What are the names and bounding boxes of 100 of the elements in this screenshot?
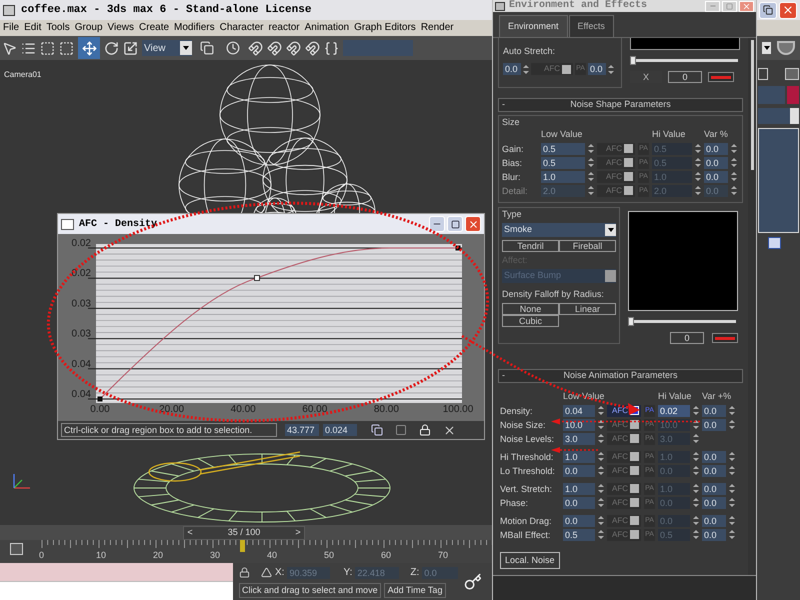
restore-button[interactable] <box>759 2 777 18</box>
region-select-icon[interactable] <box>40 40 55 56</box>
rollout-header[interactable]: - Noise Animation Parameters <box>498 369 743 383</box>
panel-icon[interactable] <box>785 68 799 80</box>
spinner-arrows[interactable] <box>598 451 604 462</box>
spinner-arrows[interactable] <box>729 515 735 526</box>
value-field[interactable]: 0.0 <box>702 404 726 416</box>
value-field[interactable]: 0.04 <box>563 404 595 416</box>
menu-item[interactable]: Edit <box>24 21 42 35</box>
list-box[interactable] <box>758 128 799 233</box>
value-field[interactable]: 43.777 <box>285 424 319 436</box>
spinner-arrows[interactable] <box>731 185 737 196</box>
falloff-button[interactable]: Cubic <box>502 315 559 327</box>
spinner-arrows[interactable] <box>695 185 701 196</box>
menu-item[interactable]: File <box>3 21 20 35</box>
rollout-header[interactable]: - Noise Shape Parameters <box>498 98 743 112</box>
spinner-arrows[interactable] <box>729 497 735 508</box>
move-button[interactable] <box>78 37 100 59</box>
menu-item[interactable]: reactor <box>268 21 300 35</box>
value-field[interactable]: 0.5 <box>541 156 585 168</box>
value-field[interactable]: 0.0 <box>588 63 606 75</box>
time-config-icon[interactable] <box>10 543 23 555</box>
lock-icon[interactable] <box>419 424 431 436</box>
type-button[interactable]: Fireball <box>559 240 616 252</box>
script-output-field[interactable] <box>0 582 233 600</box>
key-icon[interactable] <box>464 572 482 590</box>
spinner-arrows[interactable] <box>731 171 737 182</box>
name-field[interactable] <box>758 86 785 104</box>
spinner-arrows[interactable] <box>598 483 604 494</box>
add-time-tag-button[interactable]: Add Time Tag <box>384 583 446 598</box>
close-button[interactable] <box>779 2 797 18</box>
snap-icon[interactable] <box>248 40 263 56</box>
menu-item[interactable]: Group <box>74 21 103 35</box>
color-swatch[interactable] <box>712 333 738 343</box>
tab[interactable]: Effects <box>568 15 614 37</box>
scrollbar[interactable] <box>748 38 756 575</box>
minimize-button[interactable] <box>429 216 445 232</box>
spinner-arrows[interactable] <box>598 405 604 416</box>
spinner-arrows[interactable] <box>693 451 699 462</box>
value-field[interactable]: 0.0 <box>702 528 726 540</box>
color-swatch[interactable] <box>708 72 734 82</box>
value-field[interactable]: 0.0 <box>702 418 726 430</box>
slider-track[interactable] <box>630 56 738 65</box>
angle-snap-icon[interactable] <box>267 40 282 56</box>
spinner-arrows[interactable] <box>731 143 737 154</box>
spinner-arrows[interactable] <box>693 529 699 540</box>
value-field[interactable]: 0.0 <box>563 496 595 508</box>
collapse-toggle[interactable]: - <box>502 369 512 383</box>
value-field[interactable]: 0.0 <box>563 514 595 526</box>
pointer-icon[interactable] <box>2 40 17 56</box>
spinner-arrows[interactable] <box>695 143 701 154</box>
next-frame-button[interactable]: > <box>292 526 304 540</box>
menu-item[interactable]: Animation <box>304 21 350 35</box>
falloff-button[interactable]: Linear <box>559 303 616 315</box>
value-field[interactable]: 0.0 <box>702 514 726 526</box>
value-field[interactable]: 0.0 <box>702 464 726 476</box>
value-field[interactable]: 0.024 <box>323 424 357 436</box>
value-field[interactable]: 0.5 <box>541 142 585 154</box>
value-field[interactable]: 0.0 <box>702 450 726 462</box>
panel-icon[interactable] <box>758 68 768 80</box>
window-select-icon[interactable] <box>59 40 74 56</box>
falloff-button[interactable]: None <box>502 303 559 315</box>
type-dropdown[interactable]: Smoke <box>502 223 616 237</box>
slider-thumb[interactable] <box>628 317 634 326</box>
menu-item[interactable]: Graph Editors <box>354 21 416 35</box>
object-color-swatch[interactable] <box>787 86 799 104</box>
spinner-arrows[interactable] <box>695 157 701 168</box>
spinner-arrows[interactable] <box>693 465 699 476</box>
spinner-arrows[interactable] <box>693 515 699 526</box>
slider-thumb[interactable] <box>630 56 636 65</box>
braces-icon[interactable] <box>324 40 339 56</box>
menu-item[interactable]: Render <box>420 21 454 35</box>
square-icon[interactable] <box>395 424 407 436</box>
type-button[interactable]: Tendril <box>502 240 559 252</box>
spinner-arrows[interactable] <box>729 465 735 476</box>
tab[interactable]: Environment <box>499 15 568 37</box>
spinner-arrows[interactable] <box>598 529 604 540</box>
spinner-arrows[interactable] <box>588 143 594 154</box>
value-field[interactable]: 0.02 <box>658 404 690 416</box>
view-dropdown[interactable]: View <box>142 40 192 56</box>
spinner-arrows[interactable] <box>693 405 699 416</box>
index-field[interactable]: 0 <box>668 71 702 83</box>
local-noise-button[interactable]: Local. Noise <box>500 552 560 569</box>
spinner-arrows[interactable] <box>729 529 735 540</box>
value-field[interactable]: 1.0 <box>563 450 595 462</box>
select-list-icon[interactable] <box>21 40 36 56</box>
value-field[interactable]: 1.0 <box>563 482 595 494</box>
lock-icon[interactable] <box>239 567 250 578</box>
spinner-arrows[interactable] <box>598 465 604 476</box>
spinner-arrows[interactable] <box>588 157 594 168</box>
value-field[interactable]: 0.0 <box>704 156 728 168</box>
spinner-arrows[interactable] <box>598 515 604 526</box>
value-field[interactable]: 3.0 <box>563 432 595 444</box>
menu-item[interactable]: Character <box>220 21 264 35</box>
value-field[interactable]: 0.0 <box>704 142 728 154</box>
slider-track[interactable] <box>628 317 736 326</box>
spinner-arrows[interactable] <box>729 405 735 416</box>
spinner-arrows[interactable] <box>693 433 699 444</box>
spinner-arrows[interactable] <box>693 419 699 430</box>
maximize-button[interactable] <box>447 216 463 232</box>
